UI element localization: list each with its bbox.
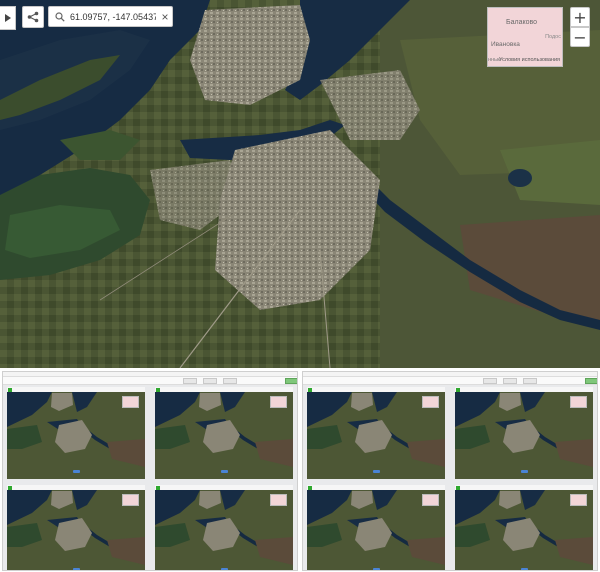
close-icon[interactable]: × [158, 11, 172, 23]
share-button[interactable] [22, 6, 44, 28]
plus-icon: + [573, 7, 587, 27]
thumbnail-cell [307, 485, 445, 570]
thumbnail-cell [455, 485, 593, 570]
thumbnail-cell [155, 387, 293, 479]
zoom-in-button[interactable]: + [570, 7, 590, 27]
thumbnail-strip [0, 368, 600, 572]
share-icon [27, 11, 39, 23]
thumbnail-screenshot [302, 371, 598, 571]
minimap-label-city: Балаково [506, 19, 538, 26]
search-icon [52, 11, 68, 22]
search-box[interactable]: × [48, 6, 173, 27]
chevron-right-icon [4, 14, 11, 22]
thumbnail-cell [7, 387, 145, 479]
search-input[interactable] [68, 11, 158, 22]
zoom-out-button[interactable]: − [570, 27, 590, 47]
thumbnail-cell [307, 387, 445, 479]
thumbnail-cell [455, 387, 593, 479]
terms-link[interactable]: Условия использования [499, 57, 560, 63]
minimap-label-region: Подос [545, 34, 561, 40]
thumbnail-screenshot [2, 371, 298, 571]
minimap-label-village: Ивановка [491, 41, 520, 48]
minus-icon: − [573, 27, 587, 47]
satellite-map[interactable]: × Балаково Подос Ивановка нные Условия и… [0, 0, 600, 368]
sidebar-toggle-button[interactable] [0, 6, 16, 30]
thumbnail-toolbar [3, 377, 297, 385]
thumbnail-toolbar [303, 377, 597, 385]
thumbnail-cell [7, 485, 145, 570]
minimap[interactable]: Балаково Подос Ивановка нные Условия исп… [487, 7, 563, 67]
thumbnail-cell [155, 485, 293, 570]
